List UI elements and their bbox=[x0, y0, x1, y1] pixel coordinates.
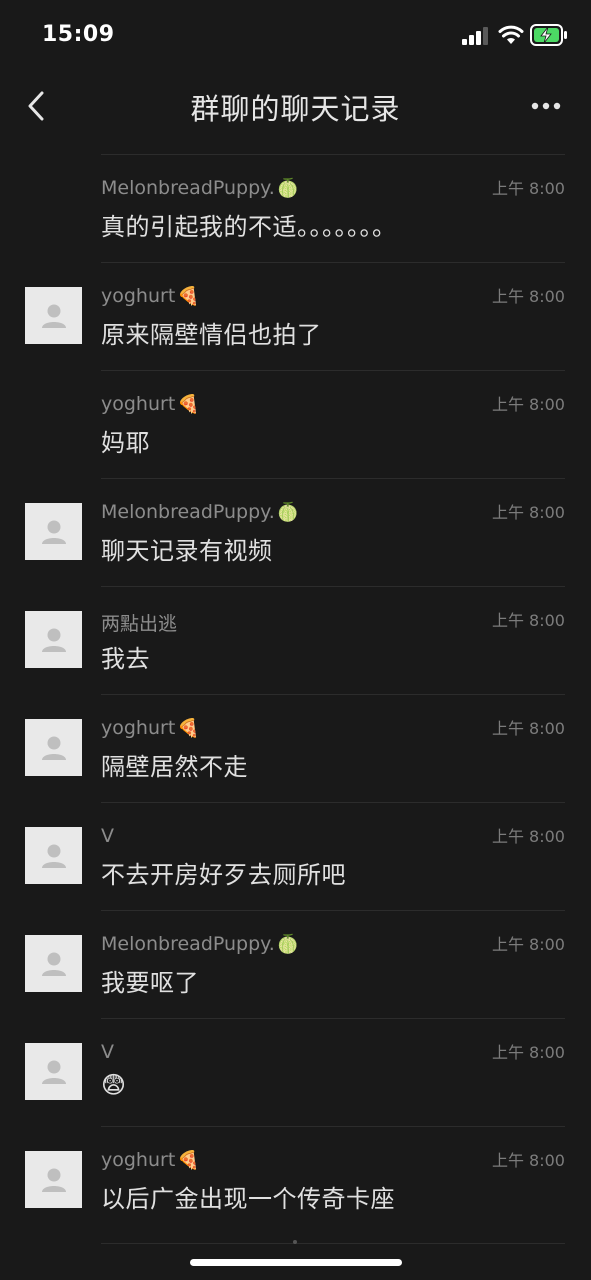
message-timestamp: 上午 8:00 bbox=[491, 1043, 565, 1062]
message-timestamp: 上午 8:00 bbox=[491, 287, 565, 306]
avatar[interactable] bbox=[25, 503, 82, 560]
avatar[interactable] bbox=[25, 719, 82, 776]
message-text: 以后广金出现一个传奇卡座 bbox=[101, 1185, 395, 1213]
message-text: 不去开房好歹去厕所吧 bbox=[101, 861, 346, 889]
message-item[interactable]: 两點出逃 上午 8:00 我去 bbox=[25, 586, 565, 694]
scroll-indicator bbox=[293, 1240, 297, 1244]
message-timestamp: 上午 8:00 bbox=[491, 395, 565, 414]
sender-name: 两點出逃 bbox=[101, 609, 177, 636]
battery-charging-icon bbox=[530, 24, 567, 46]
avatar[interactable] bbox=[25, 611, 82, 668]
sender-name-text: yoghurt bbox=[101, 717, 176, 739]
sender-name: yoghurt 🍕 bbox=[101, 393, 200, 415]
message-timestamp: 上午 8:00 bbox=[491, 611, 565, 630]
sender-name-text: V bbox=[101, 1041, 114, 1063]
default-person-icon bbox=[41, 520, 66, 544]
status-time: 15:09 bbox=[42, 22, 115, 47]
sender-emoji: 🍕 bbox=[177, 718, 200, 739]
message-item[interactable]: MelonbreadPuppy. 🍈 上午 8:00 聊天记录有视频 bbox=[25, 478, 565, 586]
sender-emoji: 🍕 bbox=[177, 286, 200, 307]
default-person-icon bbox=[41, 304, 66, 328]
message-timestamp: 上午 8:00 bbox=[491, 935, 565, 954]
message-text: 原来隔壁情侣也拍了 bbox=[101, 321, 322, 349]
sender-name-text: MelonbreadPuppy. bbox=[101, 933, 275, 955]
message-timestamp: 上午 8:00 bbox=[491, 827, 565, 846]
message-timestamp: 上午 8:00 bbox=[491, 1151, 565, 1170]
message-item[interactable]: yoghurt 🍕 上午 8:00 妈耶 bbox=[101, 370, 565, 478]
message-item[interactable]: V 上午 8:00 不去开房好歹去厕所吧 bbox=[25, 802, 565, 910]
message-timestamp: 上午 8:00 bbox=[491, 179, 565, 198]
message-text: 隔壁居然不走 bbox=[101, 753, 248, 781]
message-timestamp: 上午 8:00 bbox=[491, 719, 565, 738]
message-item[interactable]: yoghurt 🍕 上午 8:00 原来隔壁情侣也拍了 bbox=[25, 262, 565, 370]
message-text: 我去 bbox=[101, 645, 150, 673]
sender-name: MelonbreadPuppy. 🍈 bbox=[101, 177, 299, 199]
sender-emoji: 🍈 bbox=[276, 502, 300, 523]
sender-emoji: 🍕 bbox=[177, 394, 200, 415]
message-item[interactable]: yoghurt 🍕 上午 8:00 以后广金出现一个传奇卡座 bbox=[25, 1126, 565, 1234]
message-item[interactable]: yoghurt 🍕 上午 8:00 隔壁居然不走 bbox=[25, 694, 565, 802]
divider bbox=[101, 1243, 565, 1244]
default-person-icon bbox=[41, 952, 66, 976]
wifi-icon bbox=[498, 25, 524, 44]
avatar[interactable] bbox=[25, 1043, 82, 1100]
message-text: 妈耶 bbox=[101, 429, 150, 457]
message-text: 我要呕了 bbox=[101, 969, 199, 997]
message-timestamp: 上午 8:00 bbox=[491, 503, 565, 522]
sender-emoji: 🍈 bbox=[276, 178, 300, 199]
default-person-icon bbox=[41, 844, 66, 868]
avatar[interactable] bbox=[25, 287, 82, 344]
default-person-icon bbox=[41, 1168, 66, 1192]
sender-name: V bbox=[101, 1041, 114, 1063]
message-item[interactable]: MelonbreadPuppy. 🍈 上午 8:00 真的引起我的不适。。。。。。。 bbox=[101, 154, 565, 262]
sender-name: MelonbreadPuppy. 🍈 bbox=[101, 933, 299, 955]
sender-name-text: 两點出逃 bbox=[101, 613, 178, 635]
sender-name-text: MelonbreadPuppy. bbox=[101, 501, 275, 523]
message-text: 😨 bbox=[101, 1071, 127, 1099]
message-text: 聊天记录有视频 bbox=[101, 537, 273, 565]
sender-name: MelonbreadPuppy. 🍈 bbox=[101, 501, 299, 523]
home-indicator[interactable] bbox=[190, 1259, 402, 1266]
more-dots-icon bbox=[531, 102, 561, 110]
message-item[interactable]: MelonbreadPuppy. 🍈 上午 8:00 我要呕了 bbox=[25, 910, 565, 1018]
page-title: 群聊的聊天记录 bbox=[190, 92, 401, 126]
sender-name-text: V bbox=[101, 825, 114, 847]
sender-name-text: yoghurt bbox=[101, 393, 176, 415]
avatar[interactable] bbox=[25, 1151, 82, 1208]
sender-name: yoghurt 🍕 bbox=[101, 1149, 200, 1171]
avatar[interactable] bbox=[25, 827, 82, 884]
sender-emoji: 🍈 bbox=[276, 934, 300, 955]
sender-emoji: 🍕 bbox=[177, 1150, 200, 1171]
sender-name: V bbox=[101, 825, 114, 847]
sender-name: yoghurt 🍕 bbox=[101, 717, 200, 739]
sender-name-text: yoghurt bbox=[101, 285, 176, 307]
sender-name-text: MelonbreadPuppy. bbox=[101, 177, 275, 199]
nav-bar: 群聊的聊天记录 bbox=[0, 66, 591, 146]
more-options-button[interactable] bbox=[524, 84, 568, 128]
default-person-icon bbox=[41, 628, 66, 652]
default-person-icon bbox=[41, 736, 66, 760]
message-item[interactable]: V 上午 8:00 😨 bbox=[25, 1018, 565, 1126]
sender-name-text: yoghurt bbox=[101, 1149, 176, 1171]
default-person-icon bbox=[41, 1060, 66, 1084]
chat-history-list[interactable]: MelonbreadPuppy. 🍈 上午 8:00 真的引起我的不适。。。。。。。 y… bbox=[0, 154, 591, 1234]
cellular-signal-icon bbox=[462, 27, 488, 45]
avatar[interactable] bbox=[25, 935, 82, 992]
sender-name: yoghurt 🍕 bbox=[101, 285, 200, 307]
message-text: 真的引起我的不适。。。。。。。 bbox=[101, 213, 397, 241]
status-bar: 15:09 bbox=[0, 0, 591, 66]
